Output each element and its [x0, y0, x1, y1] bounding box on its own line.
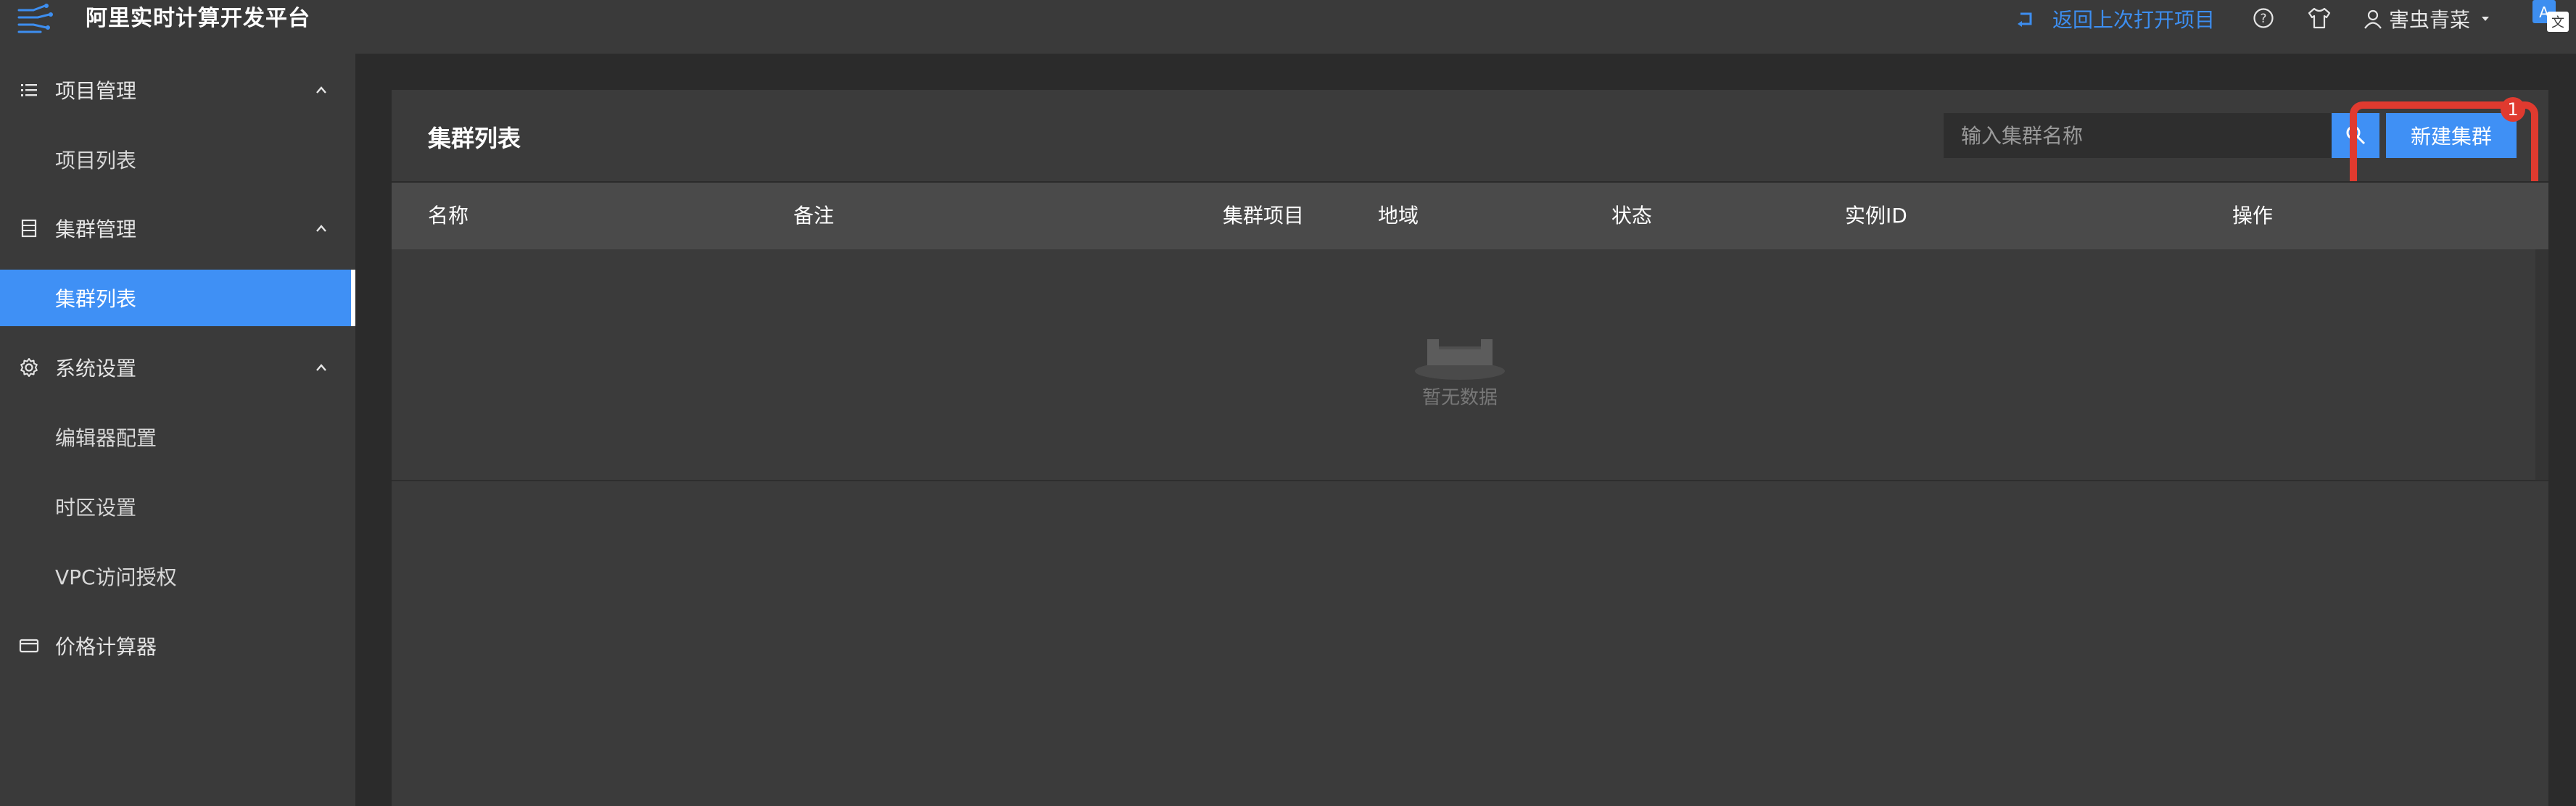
new-cluster-button[interactable]: 新建集群 [2386, 113, 2517, 158]
sidebar-item-label: 编辑器配置 [55, 426, 157, 450]
column-header-status[interactable]: 状态 [1611, 183, 1652, 249]
theme-shirt-icon[interactable] [2307, 7, 2332, 30]
sidebar-group-system-settings[interactable]: 系统设置 [0, 339, 355, 396]
top-bar: 阿里实时计算开发平台 返回上次打开项目 ? 害虫青菜 A 文 [0, 0, 2576, 54]
sidebar-group-project-management[interactable]: 项目管理 [0, 62, 355, 118]
sidebar-item-cluster-list[interactable]: 集群列表 [0, 270, 355, 326]
column-header-instance-id[interactable]: 实例ID [1845, 183, 1907, 249]
user-menu[interactable]: 害虫青菜 [2363, 4, 2490, 33]
list-icon [21, 84, 37, 96]
gear-icon [20, 358, 38, 377]
card-icon [19, 639, 39, 653]
chevron-up-icon [316, 86, 326, 94]
table-scrollbar[interactable] [2535, 249, 2548, 480]
svg-text:?: ? [2260, 12, 2266, 26]
card-lower-area [392, 481, 2548, 806]
sidebar-item-editor-config[interactable]: 编辑器配置 [0, 409, 355, 465]
translate-icon[interactable]: A 文 [2531, 0, 2572, 33]
chevron-up-icon [316, 225, 326, 232]
sidebar-group-label: 项目管理 [55, 79, 137, 103]
column-header-actions[interactable]: 操作 [2232, 183, 2273, 249]
sidebar-item-label: 时区设置 [55, 496, 137, 520]
sidebar: 项目管理 项目列表 集群管理 集群列表 系统设置 编辑器配置 时区设置 VPC访… [0, 54, 355, 806]
sidebar-item-label: 集群列表 [55, 287, 137, 311]
sidebar-item-label: 项目列表 [55, 149, 137, 173]
chevron-up-icon [316, 364, 326, 371]
cluster-search-input[interactable] [1944, 113, 2332, 158]
column-header-name[interactable]: 名称 [428, 183, 468, 249]
main-top-strip [355, 54, 2576, 90]
user-icon [2364, 9, 2382, 29]
sidebar-item-timezone-settings[interactable]: 时区设置 [0, 478, 355, 535]
sidebar-group-label: 集群管理 [55, 217, 137, 241]
return-last-project-link[interactable]: 返回上次打开项目 [2016, 4, 2215, 33]
page-title: 集群列表 [428, 125, 521, 152]
search-icon [2346, 125, 2366, 144]
column-header-cluster-project[interactable]: 集群项目 [1223, 183, 1304, 249]
column-header-remark[interactable]: 备注 [793, 183, 834, 249]
sidebar-item-label: VPC访问授权 [55, 565, 177, 589]
column-header-region[interactable]: 地域 [1378, 183, 1419, 249]
logo-icon[interactable] [16, 3, 55, 35]
search-button[interactable] [2332, 113, 2379, 158]
svg-text:文: 文 [2551, 15, 2564, 30]
cluster-list-card: 集群列表 新建集群 1 名称 备注 集群项目 地域 状态 实例ID 操作 暂无数… [392, 90, 2548, 806]
empty-state-text: 暂无数据 [1421, 387, 1498, 409]
table-header: 名称 备注 集群项目 地域 状态 实例ID 操作 [392, 183, 2548, 249]
empty-box-icon [1415, 339, 1505, 380]
sidebar-group-price-calculator[interactable]: 价格计算器 [0, 618, 355, 674]
sidebar-group-cluster-management[interactable]: 集群管理 [0, 200, 355, 257]
sidebar-group-label: 价格计算器 [55, 635, 157, 659]
return-link-label: 返回上次打开项目 [2052, 8, 2216, 32]
username: 害虫青菜 [2389, 8, 2471, 32]
sidebar-group-label: 系统设置 [55, 357, 137, 381]
help-icon[interactable]: ? [2253, 7, 2274, 29]
server-icon [21, 219, 37, 238]
return-icon [2018, 12, 2032, 27]
sidebar-item-vpc-authorization[interactable]: VPC访问授权 [0, 548, 355, 604]
annotation-step-badge: 1 [2501, 97, 2525, 122]
caret-down-icon [2482, 17, 2490, 21]
app-title: 阿里实时计算开发平台 [86, 6, 310, 31]
sidebar-item-project-list[interactable]: 项目列表 [0, 131, 355, 188]
